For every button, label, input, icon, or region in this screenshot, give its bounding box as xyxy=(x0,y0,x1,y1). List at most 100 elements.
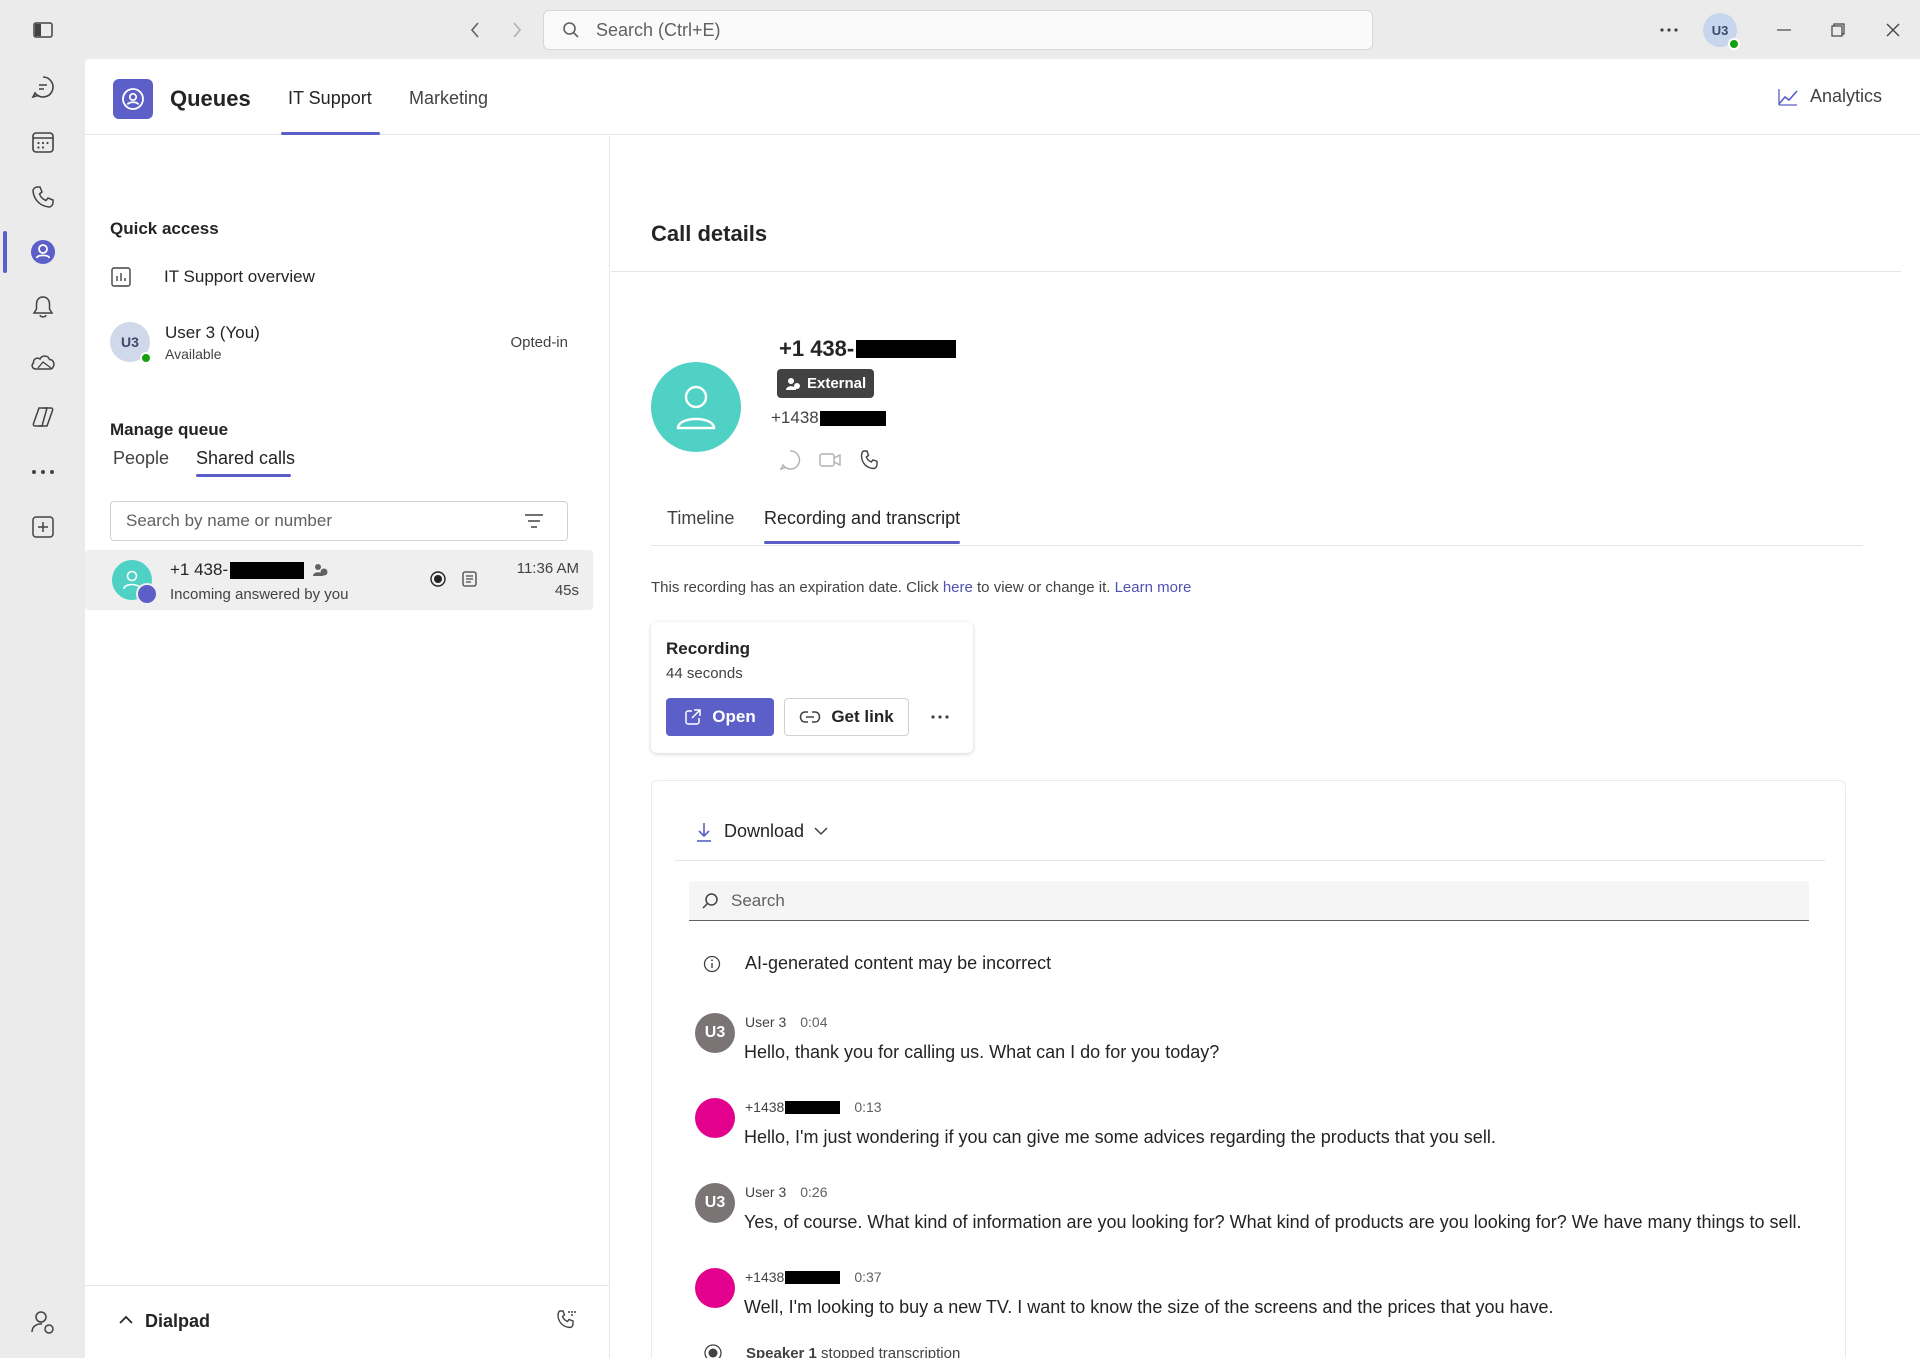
queues-logo-icon xyxy=(122,88,144,110)
queues-app: Queues IT Support Marketing Analytics Qu… xyxy=(85,59,1920,1358)
incoming-call-badge-icon xyxy=(136,583,158,605)
tab-it-support-underline xyxy=(281,132,380,135)
dialpad-bar[interactable]: Dialpad xyxy=(85,1285,610,1358)
contact-avatar xyxy=(651,362,741,452)
analytics-label: Analytics xyxy=(1809,86,1882,106)
transcript-meta: +1438 0:37 xyxy=(745,1269,882,1285)
rail-onedrive[interactable] xyxy=(0,337,85,387)
bell-icon xyxy=(32,296,53,318)
queues-icon xyxy=(30,240,55,264)
chevron-down-icon xyxy=(814,827,828,836)
speaker-avatar xyxy=(695,1098,735,1138)
call-subtitle: Incoming answered by you xyxy=(170,586,349,603)
opt-in-status: Opted-in xyxy=(510,333,568,351)
external-badge-label: External xyxy=(807,375,867,392)
rail-activity[interactable] xyxy=(0,282,85,332)
available-status-icon xyxy=(1728,38,1740,50)
chat-icon xyxy=(30,76,54,99)
phone-icon xyxy=(31,186,54,208)
speaker-avatar: U3 xyxy=(695,1183,735,1223)
video-call-icon[interactable] xyxy=(819,451,841,469)
speaker-name: User 3 xyxy=(745,1184,787,1200)
app-header: Queues IT Support Marketing Analytics xyxy=(85,59,1920,135)
rail-calls[interactable] xyxy=(0,172,85,222)
chevron-up-icon xyxy=(119,1315,133,1324)
redacted-number xyxy=(785,1270,841,1284)
forward-arrow-icon[interactable] xyxy=(506,0,528,59)
rail-account[interactable] xyxy=(0,1297,85,1347)
transcript-text: Well, I'm looking to buy a new TV. I wan… xyxy=(744,1297,1554,1317)
call-search-input[interactable]: Search by name or number xyxy=(110,501,568,541)
open-recording-button[interactable]: Open xyxy=(666,698,774,736)
filter-icon[interactable] xyxy=(525,514,543,528)
rail-more-apps[interactable] xyxy=(0,447,85,497)
close-icon[interactable] xyxy=(1881,0,1905,59)
back-arrow-icon[interactable] xyxy=(464,0,486,59)
learn-more-link[interactable]: Learn more xyxy=(1115,579,1192,596)
external-badge: External xyxy=(777,369,875,398)
link-icon xyxy=(800,711,821,723)
ai-disclaimer-text: AI-generated content may be incorrect xyxy=(745,953,1052,973)
rail-add-apps[interactable] xyxy=(0,502,85,552)
timestamp: 0:04 xyxy=(800,1014,828,1030)
subtab-shared-calls-underline xyxy=(196,474,291,477)
rail-calendar[interactable] xyxy=(0,117,85,167)
audio-call-icon[interactable] xyxy=(859,449,879,471)
user-avatar: U3 xyxy=(110,322,152,364)
person-icon xyxy=(676,385,716,430)
tabs-divider xyxy=(651,545,1863,546)
available-status-icon xyxy=(140,352,152,364)
call-details-title: Call details xyxy=(651,221,768,246)
contact-phone-text: +1 438- xyxy=(779,336,855,361)
it-support-overview-item[interactable]: IT Support overview xyxy=(110,266,315,288)
download-icon xyxy=(697,822,711,842)
queues-app-logo xyxy=(113,79,153,119)
profile-avatar[interactable]: U3 xyxy=(1703,13,1740,50)
stopped-speaker: Speaker 1 xyxy=(746,1344,817,1358)
rail-queues[interactable] xyxy=(0,227,85,277)
my-queue-status[interactable]: U3 User 3 (You) Available Opted-in xyxy=(110,322,568,364)
dialpad-phone-icon[interactable] xyxy=(555,1309,577,1331)
transcript-meta: User 3 0:26 xyxy=(745,1184,827,1200)
expiration-here-link[interactable]: here xyxy=(943,579,973,596)
minimize-icon[interactable] xyxy=(1772,0,1796,59)
download-button[interactable]: Download xyxy=(696,821,828,842)
transcript-search-input[interactable]: Search xyxy=(689,881,1809,921)
more-options-icon[interactable] xyxy=(1657,0,1681,59)
subtab-shared-calls[interactable]: Shared calls xyxy=(196,448,295,469)
transcript-meta: User 3 0:04 xyxy=(745,1014,827,1030)
subtab-people[interactable]: People xyxy=(113,448,169,469)
external-user-icon xyxy=(786,377,800,390)
expiration-notice-post: to view or change it. xyxy=(972,579,1115,596)
it-support-overview-label: IT Support overview xyxy=(164,267,315,286)
transcription-stopped-event: Speaker 1 stopped transcription xyxy=(704,1344,960,1358)
title-bar: Search (Ctrl+E) U3 xyxy=(0,0,1920,59)
more-options-icon[interactable] xyxy=(931,715,949,719)
record-stop-icon xyxy=(704,1344,722,1358)
manage-queue-heading: Manage queue xyxy=(110,420,229,439)
rail-copilot[interactable] xyxy=(0,392,85,442)
open-external-icon xyxy=(685,709,702,725)
transcript-text: Hello, I'm just wondering if you can giv… xyxy=(744,1127,1496,1147)
sidebar-toggle-icon[interactable] xyxy=(28,0,58,59)
dialpad-label: Dialpad xyxy=(145,1311,211,1331)
restore-icon[interactable] xyxy=(1826,0,1850,59)
tab-it-support[interactable]: IT Support xyxy=(288,88,372,109)
search-icon xyxy=(563,22,579,38)
tab-marketing[interactable]: Marketing xyxy=(409,88,488,109)
analytics-button[interactable]: Analytics xyxy=(1778,86,1882,107)
app-title: Queues xyxy=(170,86,251,111)
rail-chat[interactable] xyxy=(0,62,85,112)
global-search-input[interactable]: Search (Ctrl+E) xyxy=(543,10,1373,50)
tab-recording-transcript[interactable]: Recording and transcript xyxy=(764,508,960,529)
get-link-button[interactable]: Get link xyxy=(784,698,909,736)
transcript-meta: +1438 0:13 xyxy=(745,1099,882,1115)
calendar-icon xyxy=(31,132,54,153)
speaker-avatar: U3 xyxy=(695,1013,735,1053)
transcript-text: Hello, thank you for calling us. What ca… xyxy=(744,1042,1220,1062)
tab-timeline[interactable]: Timeline xyxy=(667,508,734,529)
shared-call-item[interactable]: +1 438- Incoming answered by you 11:36 A… xyxy=(85,550,593,610)
contact-phone-secondary-text: +1438 xyxy=(771,408,819,427)
chat-icon[interactable] xyxy=(779,449,801,471)
redacted-number xyxy=(856,340,957,358)
